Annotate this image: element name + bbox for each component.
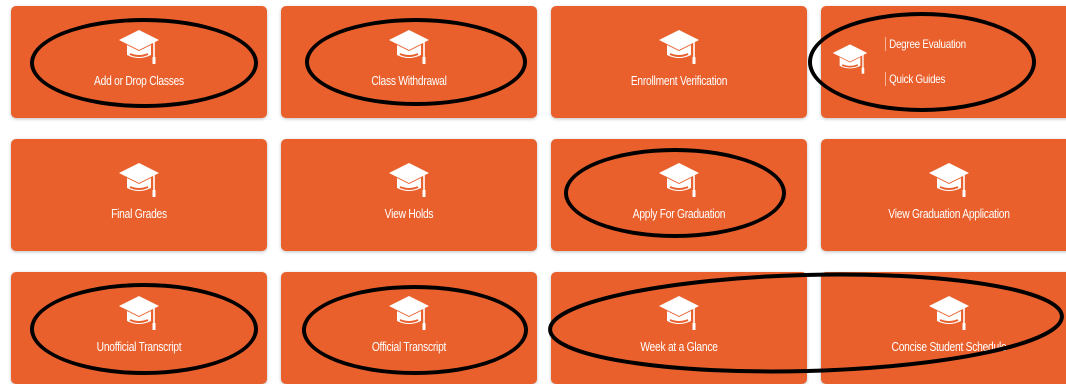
tile-label: View Holds xyxy=(384,207,434,221)
graduation-cap-icon xyxy=(927,161,971,199)
tile-view-graduation-application[interactable]: View Graduation Application xyxy=(821,139,1066,251)
tile-label: Apply For Graduation xyxy=(632,207,726,221)
tile-apply-for-graduation[interactable]: Apply For Graduation xyxy=(551,139,807,251)
tile-label: Final Grades xyxy=(111,207,167,221)
tile-label: Add or Drop Classes xyxy=(94,74,184,88)
tile-official-transcript[interactable]: Official Transcript xyxy=(281,272,537,384)
tile-label: Class Withdrawal xyxy=(371,74,447,88)
degree-evaluation-link[interactable]: Degree Evaluation xyxy=(885,37,966,51)
tile-final-grades[interactable]: Final Grades xyxy=(11,139,267,251)
graduation-cap-icon xyxy=(387,294,431,332)
tile-label: Official Transcript xyxy=(371,340,447,354)
graduation-cap-icon xyxy=(927,294,971,332)
tile-label: Week at a Glance xyxy=(640,340,718,354)
graduation-cap-icon xyxy=(117,161,161,199)
graduation-cap-icon xyxy=(831,42,869,76)
tile-label: Unofficial Transcript xyxy=(96,340,182,354)
tile-class-withdrawal[interactable]: Class Withdrawal xyxy=(281,6,537,118)
tile-concise-student-schedule[interactable]: Concise Student Schedule xyxy=(821,272,1066,384)
graduation-cap-icon xyxy=(387,161,431,199)
tile-week-at-a-glance[interactable]: Week at a Glance xyxy=(551,272,807,384)
graduation-cap-icon xyxy=(117,294,161,332)
tile-view-holds[interactable]: View Holds xyxy=(281,139,537,251)
tile-label: Enrollment Verification xyxy=(630,74,728,88)
tile-unofficial-transcript[interactable]: Unofficial Transcript xyxy=(11,272,267,384)
graduation-cap-icon xyxy=(387,28,431,66)
tile-label: Concise Student Schedule xyxy=(891,340,1007,354)
tile-label: View Graduation Application xyxy=(888,207,1010,221)
graduation-cap-icon xyxy=(117,28,161,66)
quick-guides-link[interactable]: Quick Guides xyxy=(885,72,945,86)
graduation-cap-icon xyxy=(657,28,701,66)
graduation-cap-icon xyxy=(657,161,701,199)
tile-degree-evaluation-quick-guides: Degree Evaluation Quick Guides xyxy=(821,6,1066,118)
tile-add-drop-classes[interactable]: Add or Drop Classes xyxy=(11,6,267,118)
tile-enrollment-verification[interactable]: Enrollment Verification xyxy=(551,6,807,118)
graduation-cap-icon xyxy=(657,294,701,332)
